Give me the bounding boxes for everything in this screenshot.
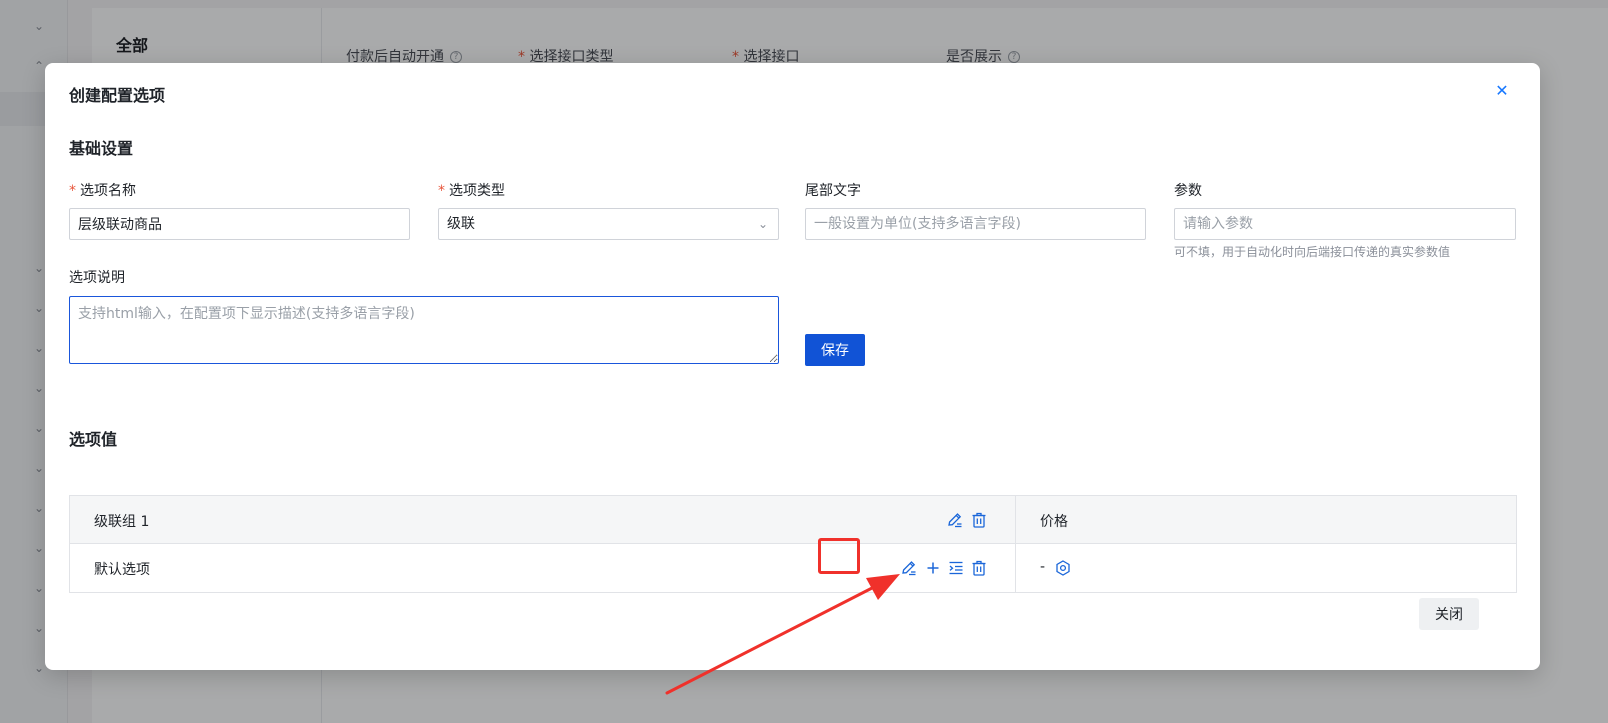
- option-type-select[interactable]: 级联 ⌄: [438, 208, 779, 240]
- param-label: 参数: [1174, 183, 1202, 199]
- table-row: 默认选项 -: [70, 544, 1516, 592]
- option-name-input[interactable]: [69, 208, 410, 240]
- option-values-table: 级联组 1 价格 默认选项 -: [69, 495, 1517, 593]
- close-icon[interactable]: ✕: [1492, 81, 1512, 101]
- table-header-row: 级联组 1 价格: [70, 496, 1516, 544]
- annotation-highlight-box: [818, 538, 860, 574]
- edit-icon[interactable]: [900, 559, 918, 577]
- description-label: 选项说明: [69, 270, 125, 286]
- param-hint: 可不填，用于自动化时向后端接口传递的真实参数值: [1174, 245, 1451, 259]
- basic-settings-title: 基础设置: [69, 139, 134, 158]
- option-type-label: * 选项类型: [438, 183, 505, 199]
- dialog-title: 创建配置选项: [69, 86, 166, 105]
- suffix-text-label: 尾部文字: [805, 183, 861, 199]
- option-row-label: 默认选项: [94, 562, 150, 578]
- option-row-price: -: [1040, 559, 1046, 575]
- group-header: 级联组 1: [94, 514, 150, 530]
- delete-icon[interactable]: [970, 511, 988, 529]
- settings-icon[interactable]: [1054, 559, 1072, 577]
- option-name-label: * 选项名称: [69, 183, 136, 199]
- option-type-value: 级联: [447, 216, 475, 232]
- param-input[interactable]: [1174, 208, 1516, 240]
- price-header: 价格: [1040, 514, 1068, 530]
- option-values-title: 选项值: [69, 430, 118, 449]
- add-child-icon[interactable]: [947, 559, 965, 577]
- save-button[interactable]: 保存: [805, 334, 865, 366]
- delete-icon[interactable]: [970, 559, 988, 577]
- description-textarea[interactable]: [69, 296, 779, 364]
- close-button[interactable]: 关闭: [1419, 598, 1479, 630]
- add-icon[interactable]: [924, 559, 942, 577]
- column-divider: [1015, 496, 1016, 592]
- create-option-dialog: 创建配置选项 ✕ 基础设置 *选项名称 *选项类型 级联 ⌄ 尾部文字 参数 可…: [45, 63, 1540, 670]
- suffix-text-input[interactable]: [805, 208, 1146, 240]
- chevron-down-icon: ⌄: [757, 217, 768, 231]
- edit-icon[interactable]: [946, 511, 964, 529]
